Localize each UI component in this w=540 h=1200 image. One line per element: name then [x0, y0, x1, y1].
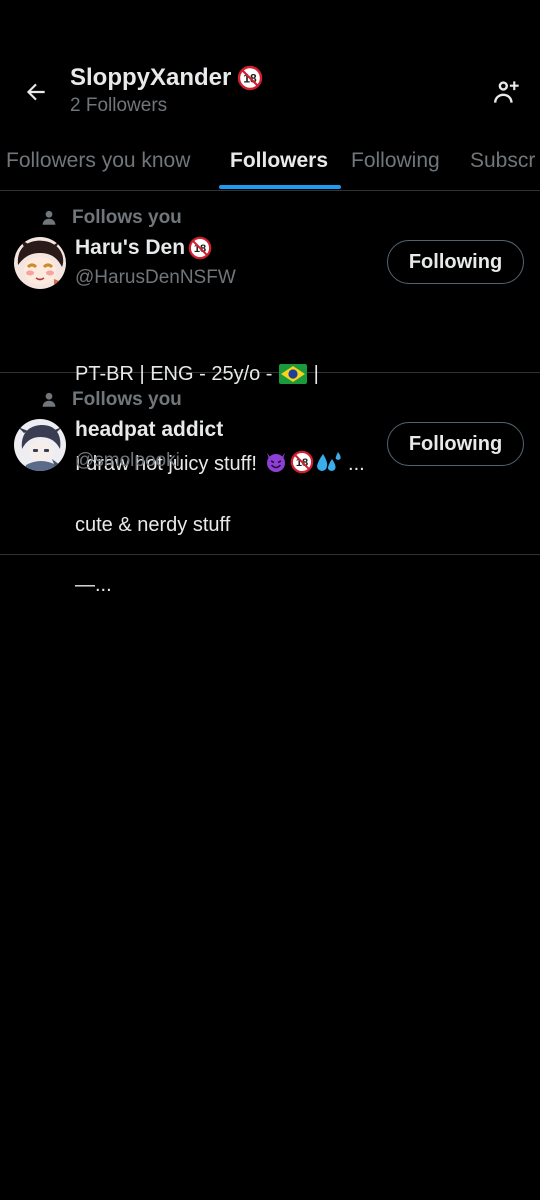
no-one-under-18-icon: 18 [188, 236, 212, 260]
top-bar: SloppyXander 18 2 Followers [0, 0, 540, 140]
user-bio: cute & nerdy stuff —... [75, 514, 231, 596]
no-one-under-18-icon: 18 [237, 65, 263, 91]
person-add-icon [494, 81, 519, 103]
person-icon [42, 392, 56, 407]
tab-bar: Followers you know Followers Following S… [0, 140, 540, 191]
tab-subscriptions[interactable]: Subscr [470, 140, 535, 190]
username-handle: @HarusDenNSFW [75, 267, 236, 288]
display-name-row: headpat addict [75, 418, 223, 442]
display-name-row: Haru's Den 18 [75, 236, 212, 260]
tab-followers-you-know[interactable]: Followers you know [6, 140, 190, 190]
username-handle: @smolpooki [75, 450, 180, 471]
person-icon [42, 210, 56, 225]
display-name[interactable]: headpat addict [75, 418, 223, 442]
page-title: SloppyXander [70, 64, 232, 91]
following-button[interactable]: Following [387, 422, 524, 466]
tab-following[interactable]: Following [351, 140, 440, 190]
following-button[interactable]: Following [387, 240, 524, 284]
avatar[interactable] [14, 237, 66, 289]
tab-followers[interactable]: Followers [230, 140, 328, 190]
title-block: SloppyXander 18 2 Followers [70, 64, 263, 117]
active-tab-indicator [219, 185, 341, 189]
user-row[interactable]: Follows you headpat addict @smolpooki Fo… [0, 373, 540, 596]
arrow-left-icon [26, 83, 45, 101]
avatar[interactable] [14, 419, 66, 471]
follower-count[interactable]: 2 Followers [70, 95, 263, 117]
back-button[interactable] [18, 74, 54, 110]
follows-you-label: Follows you [40, 389, 182, 411]
follows-you-label: Follows you [40, 207, 182, 229]
follow-account-button[interactable] [486, 72, 526, 112]
user-row[interactable]: Follows you Haru's Den 18 @HarusDenNSFW [0, 191, 540, 475]
display-name[interactable]: Haru's Den [75, 236, 185, 260]
